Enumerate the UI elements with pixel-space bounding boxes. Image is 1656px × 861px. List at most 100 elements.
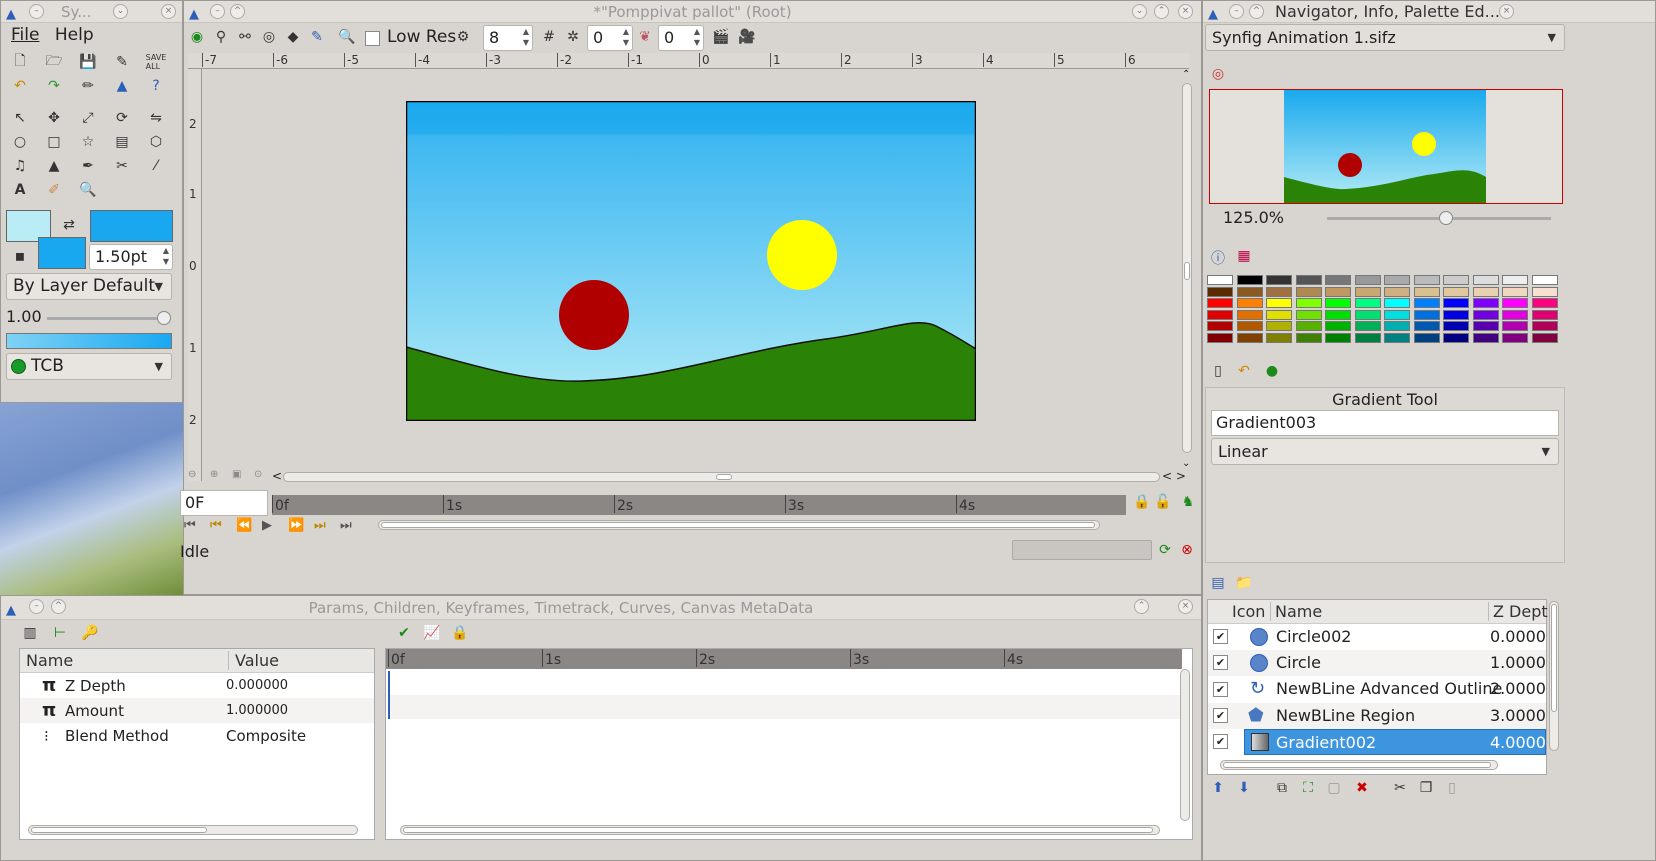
palette-swatch[interactable] [1531, 309, 1558, 320]
palette-swatch[interactable] [1266, 298, 1292, 308]
render-icon[interactable]: 🎬 [710, 26, 732, 48]
minimize-button[interactable]: – [1229, 4, 1244, 19]
palette-swatch[interactable] [1236, 286, 1263, 297]
encapsulate-layer-icon[interactable]: ⛶ [1297, 777, 1319, 799]
palette-swatch[interactable] [1325, 298, 1351, 308]
layer-row[interactable]: ✔ Circle002 0.0000 [1208, 624, 1546, 650]
play-icon[interactable]: ▶ [262, 518, 272, 533]
layer-row[interactable]: ✔ ⬟ NewBLine Region 3.0000 [1208, 703, 1546, 729]
maximize-button[interactable]: ^ [230, 4, 245, 19]
mirror-tool-icon[interactable]: ⇋ [145, 107, 167, 129]
layer-visible-checkbox[interactable]: ✔ [1213, 708, 1228, 723]
palette-swatch[interactable] [1413, 298, 1440, 308]
palette-swatch[interactable] [1502, 321, 1528, 331]
delete-layer-icon[interactable]: ✖ [1351, 777, 1373, 799]
navigator-view[interactable] [1209, 89, 1563, 204]
palette-swatch[interactable] [1236, 309, 1263, 320]
time-field[interactable]: 0F [180, 490, 268, 516]
close-button[interactable]: × [1178, 599, 1193, 614]
params-hscroll[interactable] [28, 825, 358, 835]
save-icon[interactable]: 💾 [77, 51, 99, 73]
blend-method-select[interactable]: By Layer Default ▼ [6, 273, 172, 300]
draw-tool-icon[interactable]: ✒ [77, 155, 99, 177]
zoom-slider-handle[interactable] [1439, 211, 1453, 225]
history-tab-icon[interactable]: ↶ [1233, 360, 1255, 382]
layers-hscroll-thumb[interactable] [1223, 762, 1491, 768]
palette-swatch[interactable] [1413, 275, 1440, 285]
palette-swatch[interactable] [1472, 275, 1499, 285]
params-hscroll-thumb[interactable] [31, 827, 207, 833]
palette-swatch[interactable] [1325, 275, 1351, 285]
param-value[interactable]: Composite [226, 723, 306, 749]
minimize-button[interactable]: – [29, 4, 44, 19]
scroll-left-icon[interactable]: < [272, 469, 282, 483]
palette-swatch[interactable] [1207, 275, 1233, 285]
show-ducks-icon[interactable]: ◎ [258, 26, 280, 48]
sketch-tool-icon[interactable]: ✐ [43, 179, 65, 201]
column-icon[interactable]: Icon [1232, 602, 1265, 621]
column-value[interactable]: Value [228, 651, 279, 670]
param-value[interactable]: 0.000000 [226, 673, 288, 699]
palette-swatch[interactable] [1295, 298, 1322, 308]
zoom-out-icon[interactable]: ⊖ [188, 469, 196, 480]
close-button[interactable]: × [1178, 4, 1193, 19]
palette-swatch[interactable] [1207, 321, 1233, 331]
palette-swatch[interactable] [1354, 298, 1381, 308]
zoom-slider[interactable] [1327, 211, 1551, 225]
maximize-button[interactable]: ^ [51, 599, 66, 614]
refresh-icon[interactable]: ⟳ [1154, 539, 1176, 561]
palette-swatch[interactable] [1413, 321, 1440, 331]
canvas-browser-tab-icon[interactable]: ● [1261, 360, 1283, 382]
palette-swatch[interactable] [1325, 321, 1351, 331]
palette-swatch[interactable] [1413, 309, 1440, 320]
stop-render-icon[interactable]: ⊗ [1176, 539, 1198, 561]
palette-swatch[interactable] [1531, 298, 1558, 308]
params-tab-icon[interactable]: ▥ [19, 622, 41, 644]
timetrack-hscroll[interactable] [400, 825, 1160, 835]
palette-tab-icon[interactable]: ▦ [1233, 245, 1255, 267]
palette-swatch[interactable] [1295, 275, 1322, 285]
palette-swatch[interactable] [1531, 321, 1558, 331]
layer-visible-checkbox[interactable]: ✔ [1213, 734, 1228, 749]
palette-swatch[interactable] [1502, 309, 1528, 320]
layer-visible-checkbox[interactable]: ✔ [1213, 682, 1228, 697]
palette-swatch[interactable] [1443, 286, 1469, 297]
restore-button[interactable]: ⌃ [1134, 599, 1149, 614]
paste-icon[interactable]: ▯ [1441, 777, 1463, 799]
next-frame-icon[interactable]: ⏩ [288, 518, 304, 533]
canvas-vscroll-thumb[interactable] [1184, 262, 1190, 280]
library-tab-icon[interactable]: 📁 [1233, 572, 1255, 594]
onion-past-spin-icon[interactable]: ▲ ▼ [623, 26, 629, 48]
interpolation-select[interactable]: TCB ▼ [6, 353, 172, 380]
layer-row[interactable]: ✔ Circle 1.0000 [1208, 650, 1546, 676]
param-row-zdepth[interactable]: π Z Depth 0.000000 [20, 673, 374, 698]
palette-swatch[interactable] [1295, 309, 1322, 320]
group-layer-icon[interactable]: ▢ [1323, 777, 1345, 799]
palette-swatch[interactable] [1207, 286, 1233, 297]
palette-swatch[interactable] [1443, 321, 1469, 331]
palette-swatch[interactable] [1531, 286, 1558, 297]
zoom-tool-icon[interactable]: 🔍 [77, 179, 99, 201]
palette-swatch[interactable] [1472, 332, 1499, 343]
copy-icon[interactable]: ❐ [1415, 777, 1437, 799]
time-zoom-scroll[interactable] [378, 520, 1100, 530]
render-toggle-icon[interactable]: ◉ [186, 26, 208, 48]
scroll-down-icon[interactable]: ⌄ [1182, 458, 1190, 469]
open-file-icon[interactable]: 🗁 [43, 51, 65, 73]
opacity-slider[interactable] [47, 311, 171, 325]
timetrack-hscroll-thumb[interactable] [403, 827, 1153, 833]
about-icon[interactable]: ▲ [111, 75, 133, 97]
rectangle-tool-icon[interactable]: □ [43, 131, 65, 153]
palette-swatch[interactable] [1443, 275, 1469, 285]
raise-layer-icon[interactable]: ⬆ [1207, 777, 1229, 799]
column-zdepth[interactable]: Z Dept [1488, 602, 1548, 621]
palette-swatch[interactable] [1236, 298, 1263, 308]
curves-tab-icon[interactable]: 📈 [421, 622, 443, 644]
palette-swatch[interactable] [1266, 309, 1292, 320]
layers-vscroll[interactable] [1549, 601, 1559, 751]
menu-file[interactable]: File [11, 25, 39, 45]
palette-swatch[interactable] [1384, 332, 1410, 343]
show-bones-icon[interactable]: ⚯ [234, 26, 256, 48]
onion-past-input[interactable]: 0 ▲ ▼ [587, 25, 633, 51]
seek-end-icon[interactable]: ⏭ [340, 518, 352, 533]
